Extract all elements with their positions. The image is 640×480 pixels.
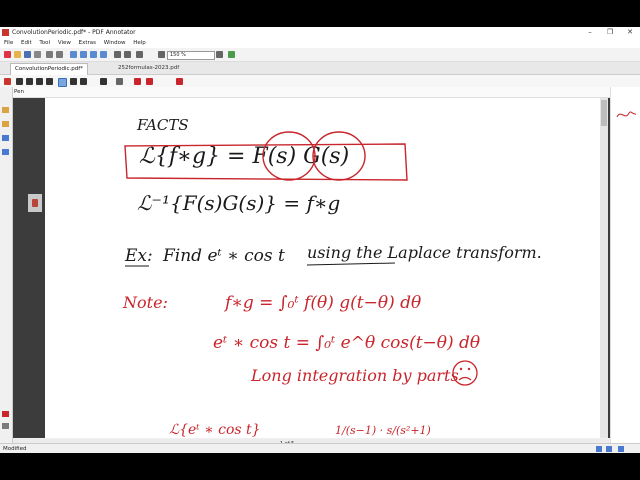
menu-view[interactable]: View (58, 40, 71, 46)
restore-button[interactable]: ❐ (600, 27, 620, 38)
menu-edit[interactable]: Edit (21, 40, 32, 46)
bottom-laplace-expression: ℒ{eᵗ ∗ cos t} (169, 422, 261, 438)
zoom-plus-icon[interactable] (216, 51, 223, 58)
bookmark-panel-icon[interactable] (2, 107, 9, 113)
tab-label: 252formulas-2023.pdf (118, 65, 180, 71)
tab-252formulas[interactable]: 252formulas-2023.pdf (114, 63, 183, 74)
open-folder-icon[interactable] (14, 51, 21, 58)
left-side-panel (0, 87, 13, 443)
attachment-panel-icon[interactable] (2, 135, 9, 141)
pdf-annotator-window: ConvolutionPeriodic.pdf* - PDF Annotator… (0, 27, 640, 453)
layers-icon[interactable] (2, 423, 9, 429)
convolution-example-integral: eᵗ ∗ cos t = ∫₀ᵗ e^θ cos(t−θ) dθ (213, 333, 480, 353)
pen-tool-icon[interactable] (58, 78, 67, 87)
example-method: using the Laplace transform. (307, 243, 542, 262)
example-problem: Find eᵗ ∗ cos t (162, 246, 285, 266)
zoom-minus-icon[interactable] (158, 51, 165, 58)
convolution-definition: f∗g = ∫₀ᵗ f(θ) g(t−θ) dθ (223, 293, 421, 313)
handwritten-notes: FACTS ℒ{f∗g} = F(s) G(s) ℒ⁻¹{F(s)G(s)} =… (122, 116, 542, 438)
zoom-tool-icon[interactable] (36, 78, 43, 85)
page-bookmark-tab[interactable] (28, 194, 42, 212)
menu-help[interactable]: Help (133, 40, 146, 46)
annotator-logo-icon (4, 78, 11, 85)
pdf-page[interactable]: FACTS ℒ{f∗g} = F(s) G(s) ℒ⁻¹{F(s)G(s)} =… (45, 98, 600, 438)
highlighter-icon[interactable] (80, 78, 87, 85)
link-panel-icon[interactable] (2, 149, 9, 155)
zoom-slider[interactable] (596, 446, 636, 452)
menu-extras[interactable]: Extras (79, 40, 96, 46)
example-label: Ex: (124, 246, 153, 266)
status-bar: Modified (0, 443, 640, 453)
document-viewer: FACTS ℒ{f∗g} = F(s) G(s) ℒ⁻¹{F(s)G(s)} =… (13, 98, 610, 438)
stamp-icon[interactable] (146, 78, 153, 85)
favorites-icon[interactable] (2, 411, 9, 417)
page-next-icon[interactable] (90, 51, 97, 58)
menu-window[interactable]: Window (104, 40, 126, 46)
hand-tool-icon[interactable] (26, 78, 33, 85)
vertical-scroll-thumb[interactable] (601, 100, 607, 126)
thumbnail-panel-icon[interactable] (2, 121, 9, 127)
page-layout-icon[interactable] (228, 51, 235, 58)
window-title: ConvolutionPeriodic.pdf* - PDF Annotator (12, 29, 136, 36)
pen-settings-bar: Pen (0, 87, 640, 98)
inverse-laplace-formula: ℒ⁻¹{F(s)G(s)} = f∗g (137, 191, 340, 215)
right-sidebar (610, 87, 640, 453)
close-button[interactable]: ✕ (620, 27, 640, 38)
app-logo-icon (2, 29, 9, 36)
eraser-icon[interactable] (116, 78, 123, 85)
color-red-icon[interactable] (134, 78, 141, 85)
menu-bar: File Edit Tool View Extras Window Help (0, 38, 640, 48)
print-icon[interactable] (34, 51, 41, 58)
fit-width-icon[interactable] (124, 51, 131, 58)
main-toolbar: 150 % (0, 48, 640, 62)
shape-tool-icon[interactable] (100, 78, 107, 85)
pen-label: Pen (14, 89, 24, 95)
page-prev-icon[interactable] (80, 51, 87, 58)
integration-comment: Long integration by parts (250, 366, 459, 385)
undo-icon[interactable] (46, 51, 53, 58)
text-tool-icon[interactable] (46, 78, 53, 85)
method-underline (306, 262, 396, 266)
menu-tool[interactable]: Tool (39, 40, 50, 46)
page-first-icon[interactable] (70, 51, 77, 58)
line-tool-icon[interactable] (70, 78, 77, 85)
redo-icon[interactable] (56, 51, 63, 58)
status-text: Modified (3, 446, 27, 452)
save-icon[interactable] (24, 51, 31, 58)
vertical-scrollbar[interactable] (600, 98, 608, 438)
new-document-icon[interactable] (4, 51, 11, 58)
minimize-button[interactable]: – (580, 27, 600, 38)
sticker-icon[interactable] (176, 78, 183, 85)
menu-file[interactable]: File (4, 40, 13, 46)
window-controls: – ❐ ✕ (580, 27, 640, 38)
signature-icon[interactable] (611, 105, 640, 125)
page-last-icon[interactable] (100, 51, 107, 58)
bottom-product-expression: 1/(s−1) · s/(s²+1) (335, 424, 431, 437)
fit-page-icon[interactable] (114, 51, 121, 58)
tab-label: ConvolutionPeriodic.pdf* (15, 66, 83, 72)
laplace-convolution-formula: ℒ{f∗g} = F(s) G(s) (139, 144, 349, 169)
annotation-toolbar (0, 75, 640, 87)
select-tool-icon[interactable] (16, 78, 23, 85)
note-label: Note: (122, 293, 168, 312)
bookmark-icon (32, 199, 38, 207)
zoom-out-icon[interactable] (136, 51, 143, 58)
title-bar: ConvolutionPeriodic.pdf* - PDF Annotator… (0, 27, 640, 38)
zoom-level-field[interactable]: 150 % (167, 51, 215, 60)
facts-heading: FACTS (136, 116, 189, 134)
document-tab-bar: ConvolutionPeriodic.pdf* 252formulas-202… (0, 62, 640, 75)
tab-convolution-periodic[interactable]: ConvolutionPeriodic.pdf* (10, 63, 88, 75)
